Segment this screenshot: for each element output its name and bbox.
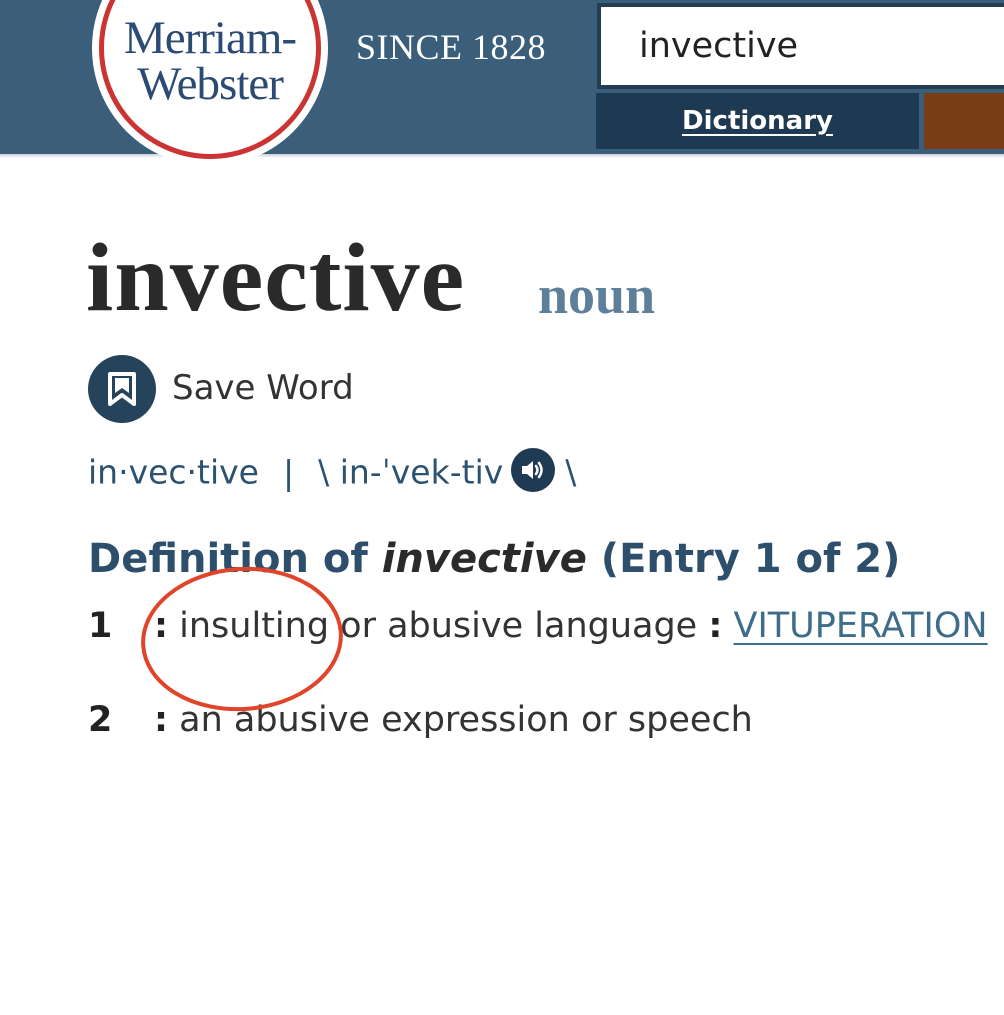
bookmark-icon bbox=[108, 372, 136, 406]
definition-heading-suffix: (Entry 1 of 2) bbox=[600, 536, 901, 582]
syllables: in·vec·tive bbox=[88, 452, 259, 492]
search-box[interactable] bbox=[597, 3, 1004, 89]
logo-line-2: Webster bbox=[137, 58, 284, 110]
audio-button[interactable] bbox=[511, 448, 556, 492]
pronunciation-row: in·vec·tive | \ in-ˈvek-tiv \ bbox=[88, 448, 577, 496]
search-input[interactable] bbox=[639, 21, 999, 71]
logo-line-1: Merriam- bbox=[123, 12, 297, 64]
synonym-link-vituperation[interactable]: VITUPERATION bbox=[734, 606, 988, 646]
tab-dictionary[interactable]: Dictionary bbox=[596, 93, 919, 149]
headword: invective bbox=[86, 224, 466, 332]
speaker-icon bbox=[522, 461, 544, 479]
pronunciation-separator: | bbox=[282, 452, 295, 492]
annotation-circle bbox=[141, 566, 343, 712]
synonym-colon: : bbox=[708, 606, 723, 646]
pronunciation-close: \ bbox=[565, 452, 577, 492]
save-word-label[interactable]: Save Word bbox=[172, 368, 354, 408]
tagline: SINCE 1828 bbox=[356, 27, 547, 67]
tab-dictionary-label: Dictionary bbox=[682, 106, 833, 136]
header-shadow bbox=[0, 154, 1004, 158]
logo-wordmark: Merriam- Webster bbox=[97, 12, 323, 110]
save-word-button[interactable] bbox=[88, 355, 156, 423]
part-of-speech[interactable]: noun bbox=[538, 264, 655, 326]
definition-heading-word: invective bbox=[381, 536, 587, 582]
pronunciation-open: \ in-ˈvek-tiv bbox=[318, 452, 504, 492]
tab-thesaurus[interactable] bbox=[924, 93, 1004, 149]
